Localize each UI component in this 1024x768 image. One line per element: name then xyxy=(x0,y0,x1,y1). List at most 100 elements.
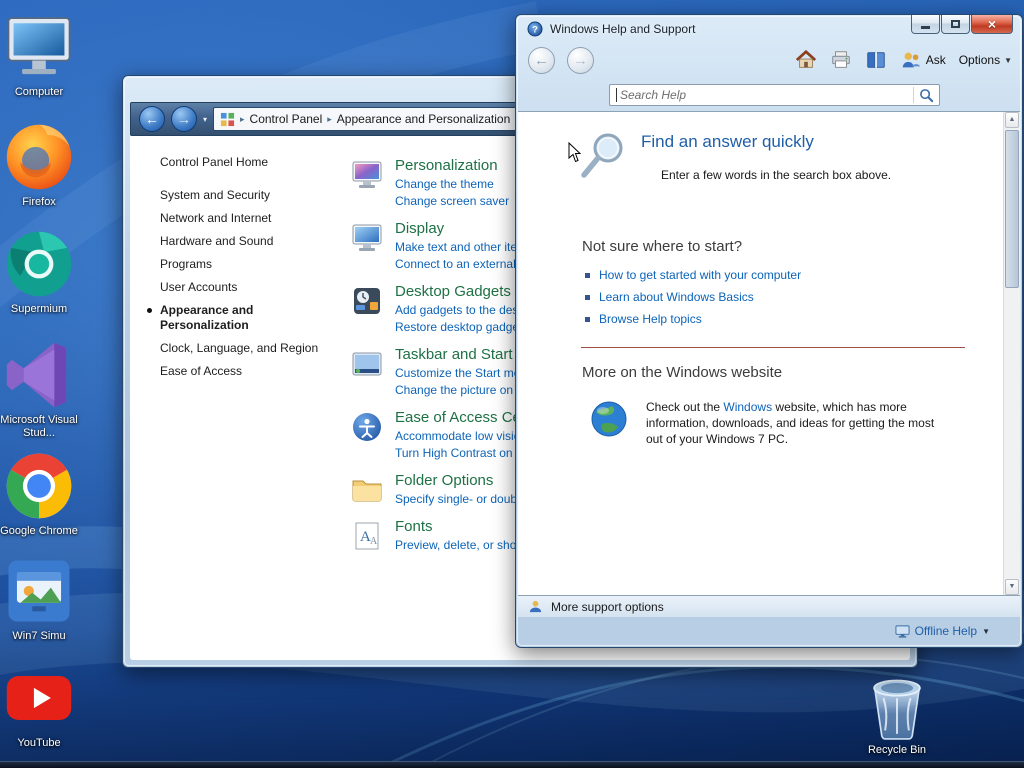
scrollbar-thumb[interactable] xyxy=(1005,130,1019,288)
computer-icon xyxy=(0,8,78,86)
sidebar-item-network-and-internet[interactable]: Network and Internet xyxy=(160,207,350,230)
recycle-bin-icon xyxy=(858,666,936,744)
help-link-row: Learn about Windows Basics xyxy=(585,290,754,304)
magnifier-graphic-icon xyxy=(576,130,628,182)
find-answer-subtext: Enter a few words in the search box abov… xyxy=(661,168,892,182)
more-support-bar[interactable]: More support options xyxy=(518,595,1020,617)
search-icon[interactable] xyxy=(919,88,934,103)
link-get-started[interactable]: How to get started with your computer xyxy=(599,268,801,282)
sidebar-item-control-panel-home[interactable]: Control Panel Home xyxy=(160,151,350,174)
display-icon xyxy=(350,221,384,255)
support-person-icon xyxy=(528,599,543,614)
chrome-icon xyxy=(0,447,78,525)
control-panel-icon xyxy=(220,112,235,127)
text-caret xyxy=(616,88,617,102)
breadcrumb-current[interactable]: Appearance and Personalization xyxy=(337,112,510,126)
offline-help-bar: Offline Help ▼ xyxy=(518,617,1020,645)
scroll-up-button[interactable]: ▲ xyxy=(1005,112,1019,128)
chevron-right-icon: ▸ xyxy=(327,113,332,124)
desktop-icon-firefox[interactable]: Firefox xyxy=(0,118,78,209)
browse-help-icon[interactable] xyxy=(865,49,887,71)
close-button[interactable]: × xyxy=(971,15,1013,34)
find-answer-heading: Find an answer quickly xyxy=(641,132,814,151)
link-browse-topics[interactable]: Browse Help topics xyxy=(599,312,702,326)
home-icon[interactable] xyxy=(795,49,817,71)
desktop-icon-label: Win7 Simu xyxy=(12,630,66,642)
folder-options-icon xyxy=(350,473,384,507)
ease-of-access-icon xyxy=(350,410,384,444)
windows-website-link[interactable]: Windows xyxy=(723,400,772,414)
offline-computer-icon xyxy=(895,624,910,639)
desktop-icon-label: Supermium xyxy=(10,303,68,315)
minimize-button[interactable] xyxy=(911,15,940,34)
scroll-down-button[interactable]: ▼ xyxy=(1005,579,1019,595)
desktop-icon-youtube[interactable]: YouTube xyxy=(0,659,78,750)
close-icon: × xyxy=(987,16,997,32)
website-heading: More on the Windows website xyxy=(582,364,783,381)
supermium-icon xyxy=(0,225,78,303)
desktop-icon-label: Recycle Bin xyxy=(867,744,927,756)
sidebar-item-programs[interactable]: Programs xyxy=(160,253,350,276)
chevron-down-icon: ▼ xyxy=(1004,55,1012,65)
firefox-icon xyxy=(0,118,78,196)
personalization-icon xyxy=(350,158,384,192)
taskbar[interactable] xyxy=(0,761,1024,768)
forward-button[interactable]: → xyxy=(567,47,594,74)
desktop-icon-computer[interactable]: Computer xyxy=(0,8,78,99)
website-text-pre: Check out the xyxy=(646,400,724,414)
help-content: Find an answer quickly Enter a few words… xyxy=(518,111,1020,595)
bullet-icon xyxy=(585,272,590,278)
desktop-icon-label: Microsoft Visual Stud... xyxy=(0,414,78,439)
bullet-icon xyxy=(585,294,590,300)
help-link-row: How to get started with your computer xyxy=(585,268,801,282)
minimize-icon xyxy=(921,26,930,29)
recent-pages-dropdown-icon[interactable]: ▾ xyxy=(203,115,207,124)
forward-button[interactable]: → xyxy=(171,106,197,132)
ask-button[interactable]: Ask xyxy=(900,49,946,71)
maximize-button[interactable] xyxy=(941,15,970,34)
desktop-icon-label: YouTube xyxy=(17,737,61,749)
task-link[interactable]: Change screen saver xyxy=(395,193,509,210)
sidebar-item-appearance-and-personalization[interactable]: Appearance and Personalization xyxy=(147,299,320,337)
sidebar-item-system-and-security[interactable]: System and Security xyxy=(160,184,350,207)
print-icon[interactable] xyxy=(830,49,852,71)
options-button[interactable]: Options ▼ xyxy=(959,53,1012,67)
desktop-icon-supermium[interactable]: Supermium xyxy=(0,225,78,316)
sidebar-item-user-accounts[interactable]: User Accounts xyxy=(160,276,350,299)
desktop-icon-label: Firefox xyxy=(22,196,56,208)
desktop-icon-recycle-bin[interactable]: Recycle Bin xyxy=(858,666,936,757)
active-item-bullet xyxy=(147,308,152,313)
desktop-icon-win7-simu[interactable]: Win7 Simu xyxy=(0,552,78,643)
sidebar-item-ease-of-access[interactable]: Ease of Access xyxy=(160,360,350,383)
window-title: Windows Help and Support xyxy=(550,22,696,36)
more-support-label: More support options xyxy=(551,599,664,614)
desktop-icon-chrome[interactable]: Google Chrome xyxy=(0,447,78,538)
maximize-icon xyxy=(951,20,960,28)
visual-studio-icon xyxy=(0,336,78,414)
search-input[interactable] xyxy=(620,88,910,102)
sidebar-item-clock-language-region[interactable]: Clock, Language, and Region xyxy=(160,337,350,360)
back-button[interactable]: ← xyxy=(528,47,555,74)
task-link[interactable]: Change the theme xyxy=(395,176,509,193)
vertical-scrollbar[interactable]: ▲ ▼ xyxy=(1003,112,1020,595)
taskbar-start-menu-icon xyxy=(350,347,384,381)
search-box[interactable] xyxy=(609,84,940,106)
help-search-row xyxy=(518,79,1020,111)
help-window: ? Windows Help and Support × ← → Ask Opt… xyxy=(515,14,1023,648)
offline-help-button[interactable]: Offline Help ▼ xyxy=(895,624,990,639)
offline-help-label: Offline Help xyxy=(914,624,978,638)
website-paragraph: Check out the Windows website, which has… xyxy=(646,399,948,447)
sidebar-item-label: Appearance and Personalization xyxy=(160,303,254,332)
svg-text:A: A xyxy=(370,536,378,547)
category-title[interactable]: Personalization xyxy=(395,156,509,176)
link-windows-basics[interactable]: Learn about Windows Basics xyxy=(599,290,754,304)
sidebar-item-hardware-and-sound[interactable]: Hardware and Sound xyxy=(160,230,350,253)
ask-people-icon xyxy=(900,49,922,71)
youtube-icon xyxy=(0,659,78,737)
help-icon: ? xyxy=(527,21,543,37)
bullet-icon xyxy=(585,316,590,322)
back-button[interactable]: ← xyxy=(139,106,165,132)
desktop-icon-visual-studio[interactable]: Microsoft Visual Stud... xyxy=(0,336,78,440)
breadcrumb-root[interactable]: Control Panel xyxy=(250,112,323,126)
help-toolbar: ← → Ask Options ▼ xyxy=(516,43,1022,79)
